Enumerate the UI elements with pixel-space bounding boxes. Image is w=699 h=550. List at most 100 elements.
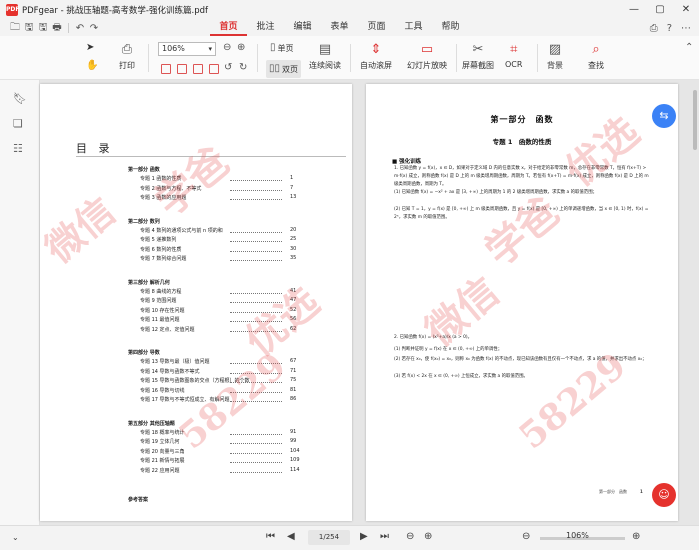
first-page-icon[interactable]: ⏮ (266, 531, 275, 542)
share-icon[interactable]: ⎙ (650, 23, 658, 34)
toc-entry[interactable]: 专题 1 函数的性质 (140, 175, 181, 182)
toc-entry[interactable]: 专题 7 数列综合问题 (140, 255, 186, 262)
fit-visible-icon[interactable] (209, 64, 219, 74)
auto-scroll-icon: ⇕ (370, 42, 382, 57)
toc-part-heading[interactable]: 第二部分 数列 (128, 218, 160, 225)
tab-page[interactable]: 页面 (358, 20, 395, 36)
zoom-in-icon[interactable]: ⊕ (237, 42, 245, 53)
toc-part-heading[interactable]: 第三部分 解析几何 (128, 279, 170, 286)
tab-help[interactable]: 帮助 (432, 20, 469, 36)
back-icon[interactable]: ⊖ (406, 531, 414, 542)
toc-entry[interactable]: 专题 4 数列的通项公式与前 n 项的和 (140, 227, 223, 234)
print-button[interactable]: ⎙ 打印 (119, 42, 135, 71)
toc-leader (230, 231, 282, 233)
bookmark-icon[interactable]: 🔖︎ (13, 92, 27, 105)
continuous-reading-button[interactable]: ▤ 连续阅读 (309, 42, 341, 71)
toc-leader (230, 260, 282, 261)
tab-home[interactable]: 首页 (210, 20, 247, 36)
pin-toolbar-icon[interactable]: ⌃ (685, 42, 693, 53)
save-as-icon[interactable]: 🖫 (36, 20, 50, 37)
fit-page-icon[interactable] (177, 64, 187, 74)
translate-fab-icon[interactable]: ⇆ (652, 104, 676, 128)
tab-tools[interactable]: 工具 (395, 20, 432, 36)
close-button[interactable]: ✕ (673, 0, 699, 20)
last-page-icon[interactable]: ⏭ (380, 531, 389, 542)
toc-entry[interactable]: 专题 17 导数与不等式恒成立、有解问题 (140, 396, 230, 403)
toc-entry[interactable]: 专题 10 存在性问题 (140, 307, 185, 314)
double-page-button[interactable]: ▯▯ 双页 (266, 60, 302, 78)
toc-entry[interactable]: 专题 13 导数与最（极）值问题 (140, 358, 210, 365)
single-page-icon: ▯ (270, 42, 276, 53)
document-canvas[interactable]: 目 录 第一部分 函数 专题 1 函数的性质 1 专题 2 函数与方程、不等式 7 专题 … (36, 80, 699, 525)
toc-leader (230, 462, 282, 463)
toc-part-heading[interactable]: 第五部分 其他压轴题 (128, 420, 175, 427)
ai-assistant-fab-icon[interactable]: ☺ (652, 483, 676, 507)
toc-entry[interactable]: 专题 6 数列的性质 (140, 246, 181, 253)
comment-icon[interactable]: ☷ (13, 142, 23, 155)
zoom-out-icon[interactable]: ⊖ (223, 42, 231, 53)
ocr-button[interactable]: ⌗ OCR (505, 42, 522, 69)
tab-edit[interactable]: 编辑 (284, 20, 321, 36)
pdf-page-toc[interactable]: 目 录 第一部分 函数 专题 1 函数的性质 1 专题 2 函数与方程、不等式 7 专题 … (40, 84, 352, 521)
toc-entry[interactable]: 专题 22 应用问题 (140, 467, 180, 474)
toc-entry[interactable]: 专题 14 导数与函数不等式 (140, 368, 200, 375)
pdf-page-1[interactable]: 第一部分 函数 专题 1 函数的性质 ■ 强化训练 1. 已知函数 y = f(… (366, 84, 678, 521)
actual-size-icon[interactable] (193, 64, 203, 74)
toc-entry[interactable]: 专题 19 立体几何 (140, 438, 180, 445)
redo-icon[interactable]: ↷ (87, 23, 101, 34)
page-number-input[interactable]: 1/254 (308, 530, 350, 545)
more-icon[interactable]: ⋯ (681, 23, 691, 34)
menu-bar: 🗀 🖫 🖫 🖶 ↶ ↷ 首页 批注 编辑 表单 页面 工具 帮助 ⎙ ? ⋯ (0, 20, 699, 36)
toc-entry[interactable]: 专题 21 新情与拓展 (140, 457, 185, 464)
toc-part-heading[interactable]: 第一部分 函数 (128, 166, 160, 173)
toc-leader (230, 189, 282, 191)
toc-entry[interactable]: 专题 16 导数与切线 (140, 387, 185, 394)
tab-annotate[interactable]: 批注 (247, 20, 284, 36)
toc-entry[interactable]: 专题 5 递推数列 (140, 236, 176, 243)
slideshow-button[interactable]: ▭ 幻灯片放映 (407, 42, 447, 71)
single-page-button[interactable]: ▯ 单页 (270, 40, 294, 56)
background-label: 背景 (547, 61, 563, 70)
maximize-button[interactable]: ▢ (647, 0, 673, 20)
find-button[interactable]: ⌕ 查找 (588, 42, 604, 71)
zoom-select[interactable]: 106% ▾ (158, 42, 216, 56)
tab-form[interactable]: 表单 (321, 20, 358, 36)
toc-answers[interactable]: 参考答案 (128, 496, 148, 503)
prev-page-icon[interactable]: ◀ (287, 531, 295, 542)
toc-leader (230, 382, 282, 383)
zoom-out-status-icon[interactable]: ⊖ (522, 531, 530, 542)
toc-entry[interactable]: 专题 20 向量与三角 (140, 448, 185, 455)
undo-icon[interactable]: ↶ (73, 23, 87, 34)
single-page-label: 单页 (277, 43, 294, 53)
next-page-icon[interactable]: ▶ (360, 531, 368, 542)
toc-entry[interactable]: 专题 2 函数与方程、不等式 (140, 185, 201, 192)
toc-entry[interactable]: 专题 9 范围问题 (140, 297, 176, 304)
save-icon[interactable]: 🖫 (22, 20, 36, 37)
help-icon[interactable]: ? (667, 23, 672, 34)
pages-icon[interactable]: ❏ (13, 117, 23, 130)
toc-page-number: 86 (290, 396, 297, 402)
hand-tool-icon[interactable]: ✋ (86, 60, 98, 71)
background-button[interactable]: ▨ 背景 (547, 42, 563, 71)
screenshot-button[interactable]: ✂ 屏幕截图 (462, 42, 494, 71)
toc-entry[interactable]: 专题 18 概率与统计 (140, 429, 185, 436)
chevron-down-icon[interactable]: ⌄ (12, 533, 19, 542)
toc-part-heading[interactable]: 第四部分 导数 (128, 349, 160, 356)
select-cursor-icon[interactable]: ➤ (86, 42, 94, 53)
zoom-in-status-icon[interactable]: ⊕ (632, 531, 640, 542)
forward-icon[interactable]: ⊕ (424, 531, 432, 542)
toc-entry[interactable]: 专题 8 曲线的方程 (140, 288, 181, 295)
continuous-reading-label: 连续阅读 (309, 61, 341, 70)
toc-entry[interactable]: 专题 11 最值问题 (140, 316, 180, 323)
fit-width-icon[interactable] (161, 64, 171, 74)
toc-entry[interactable]: 专题 3 函数的应用题 (140, 194, 186, 201)
auto-scroll-button[interactable]: ⇕ 自动滚屏 (360, 42, 392, 71)
toc-page-number: 1 (290, 175, 294, 181)
minimize-button[interactable]: — (621, 0, 647, 20)
rotate-right-icon[interactable]: ↻ (239, 62, 247, 73)
rotate-left-icon[interactable]: ↺ (224, 62, 232, 73)
toc-entry[interactable]: 专题 12 定点、定值问题 (140, 326, 195, 333)
vertical-scrollbar[interactable] (693, 90, 697, 150)
print-quick-icon[interactable]: 🖶 (50, 20, 64, 37)
open-folder-icon[interactable]: 🗀 (8, 20, 22, 37)
